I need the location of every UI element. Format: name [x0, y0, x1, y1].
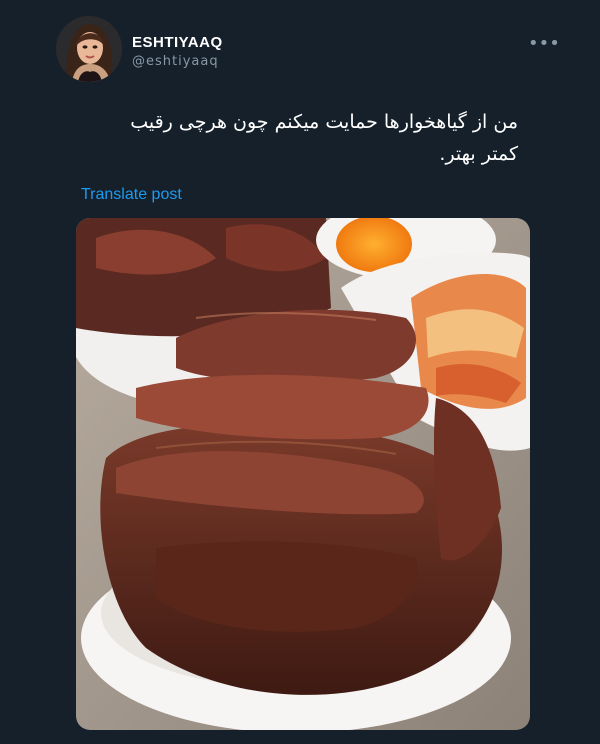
avatar[interactable] — [56, 16, 122, 82]
more-options-icon[interactable]: ••• — [528, 35, 560, 53]
tweet-media-image[interactable] — [76, 218, 530, 730]
display-name[interactable]: ESHTIYAAQ — [132, 34, 223, 51]
avatar-illustration — [56, 16, 122, 82]
tweet-text: من از گیاهخوارها حمایت میکنم چون هرچی رق… — [130, 111, 518, 165]
translate-post-link[interactable]: Translate post — [81, 186, 182, 204]
user-handle[interactable]: @eshtiyaaq — [132, 54, 219, 69]
food-photo — [76, 218, 530, 730]
tweet-header: ESHTIYAAQ @eshtiyaaq ••• — [56, 16, 560, 82]
